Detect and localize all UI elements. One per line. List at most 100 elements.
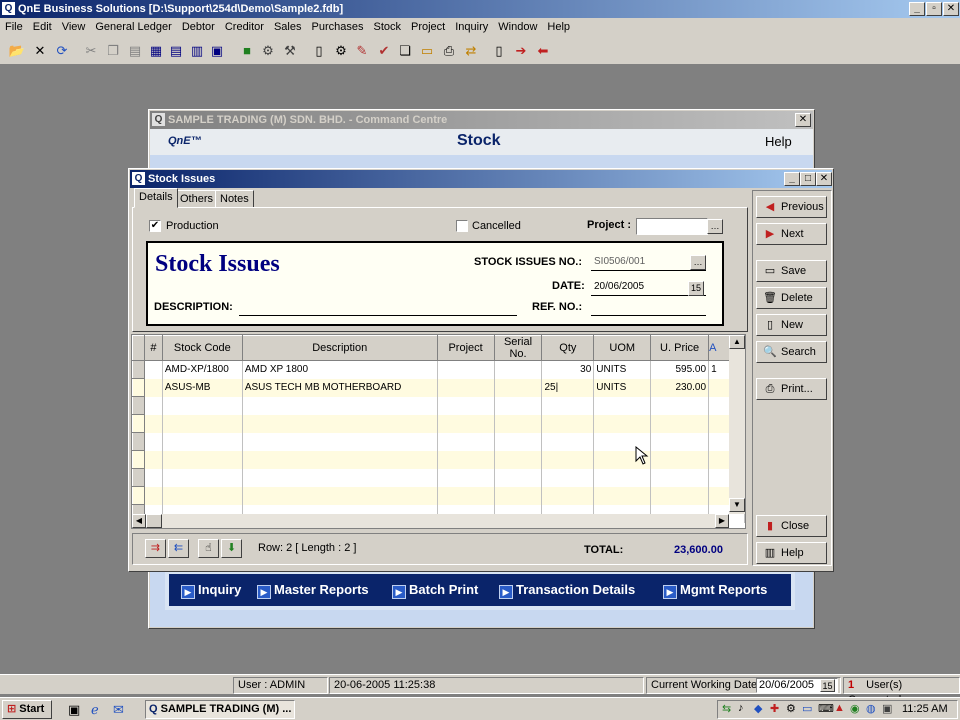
cascade-icon[interactable]: ▦: [147, 42, 165, 60]
show-desktop-icon[interactable]: ▣: [68, 702, 80, 718]
cell-project[interactable]: [437, 378, 495, 397]
tray-alert-icon[interactable]: ▲: [834, 702, 845, 714]
tray-network-icon[interactable]: ⇆: [722, 702, 731, 715]
menu-view[interactable]: View: [57, 18, 91, 37]
cell-qty[interactable]: 30: [541, 360, 595, 379]
empty-row[interactable]: [132, 468, 745, 487]
folder-doc-icon[interactable]: ▭: [418, 42, 436, 60]
next-button[interactable]: ▶ Next: [756, 223, 827, 245]
forward-icon[interactable]: ➔: [512, 42, 530, 60]
close-button[interactable]: ▮ Close: [756, 515, 827, 537]
start-button[interactable]: ⊞ Start: [2, 700, 52, 719]
nav-master-reports[interactable]: ▶ Master Reports: [257, 580, 369, 600]
horizontal-scroll-thumb[interactable]: [146, 514, 162, 528]
tools-icon[interactable]: ⚙: [259, 42, 277, 60]
menu-debtor[interactable]: Debtor: [177, 18, 220, 37]
help-button[interactable]: ▥ Help: [756, 542, 827, 564]
tray-clock[interactable]: 11:25 AM: [902, 703, 948, 715]
report-icon[interactable]: ▯: [490, 42, 508, 60]
copy-icon[interactable]: ❐: [104, 42, 122, 60]
nav-transaction-details[interactable]: ▶ Transaction Details: [499, 580, 635, 600]
new-button[interactable]: ▯ New: [756, 314, 827, 336]
cell-description[interactable]: ASUS TECH MB MOTHERBOARD: [242, 378, 438, 397]
cell-stock-code[interactable]: ASUS-MB: [162, 378, 243, 397]
tray-antivirus-icon[interactable]: ✚: [770, 702, 779, 715]
date-calendar-icon[interactable]: 15: [688, 281, 704, 296]
menu-purchases[interactable]: Purchases: [307, 18, 369, 37]
open-folder-icon[interactable]: 📂: [8, 42, 26, 60]
search-button[interactable]: 🔍 Search: [756, 341, 827, 363]
delete-button[interactable]: 🗑 Delete: [756, 287, 827, 309]
nav-batch-print[interactable]: ▶ Batch Print: [392, 580, 478, 600]
cell-unit-price[interactable]: 230.00: [650, 378, 710, 397]
nav-mgmt-reports[interactable]: ▶ Mgmt Reports: [663, 580, 767, 600]
cell-unit-price[interactable]: 595.00: [650, 360, 710, 379]
delete-row-icon[interactable]: ⇇: [168, 539, 189, 558]
paste-icon[interactable]: ▤: [126, 42, 144, 60]
description-field[interactable]: [239, 299, 517, 316]
cell-serial[interactable]: [494, 360, 543, 379]
ref-no-field[interactable]: [591, 299, 706, 316]
menu-creditor[interactable]: Creditor: [220, 18, 269, 37]
menu-inquiry[interactable]: Inquiry: [450, 18, 493, 37]
ledger-icon[interactable]: ■: [238, 42, 256, 60]
previous-button[interactable]: ◀ Previous: [756, 196, 827, 218]
cell-stock-code[interactable]: AMD-XP/1800: [162, 360, 243, 379]
working-date-calendar-icon[interactable]: 15: [820, 679, 835, 692]
empty-row[interactable]: [132, 396, 745, 415]
project-input[interactable]: [636, 218, 708, 235]
edit-doc-icon[interactable]: ✎: [353, 42, 371, 60]
cut-icon[interactable]: ✂: [82, 42, 100, 60]
issues-no-lookup-button[interactable]: …: [690, 255, 706, 270]
minimize-button[interactable]: _: [909, 2, 925, 16]
close-x-icon[interactable]: ✕: [31, 42, 49, 60]
outlook-icon[interactable]: ✉: [113, 702, 124, 718]
col-header-qty[interactable]: Qty: [541, 335, 595, 361]
empty-row[interactable]: [132, 414, 745, 433]
tray-globe-icon[interactable]: ◍: [866, 702, 876, 715]
scroll-down-icon[interactable]: ▼: [729, 498, 745, 512]
nav-inquiry[interactable]: ▶ Inquiry: [181, 580, 241, 600]
browser-icon[interactable]: ℯ: [91, 702, 99, 718]
cell-serial[interactable]: [494, 378, 543, 397]
col-header-number[interactable]: #: [143, 335, 163, 361]
cell-uom[interactable]: UNITS: [593, 378, 652, 397]
empty-row[interactable]: [132, 450, 745, 469]
table-row[interactable]: AMD-XP/1800 AMD XP 1800 30 UNITS 595.00 …: [132, 360, 745, 379]
print-button[interactable]: ⎙ Print...: [756, 378, 827, 400]
tray-volume-icon[interactable]: ♪: [738, 702, 744, 714]
tray-app-icon[interactable]: ◆: [754, 702, 762, 715]
tray-tools-icon[interactable]: ⚙: [786, 702, 796, 715]
stock-issues-close-button[interactable]: ✕: [816, 172, 832, 186]
menu-edit[interactable]: Edit: [28, 18, 57, 37]
project-lookup-button[interactable]: …: [707, 219, 723, 234]
horizontal-scrollbar[interactable]: ◀ ▶: [132, 514, 729, 528]
col-header-unit-price[interactable]: U. Price: [650, 335, 710, 361]
tray-monitor-icon[interactable]: ▣: [882, 702, 892, 715]
arrange-icon[interactable]: ▣: [208, 42, 226, 60]
copy-doc-icon[interactable]: ❏: [396, 42, 414, 60]
move-down-icon[interactable]: ⬇: [221, 539, 242, 558]
command-centre-close-button[interactable]: ✕: [795, 113, 811, 127]
restore-button[interactable]: ▫: [926, 2, 942, 16]
command-centre-help-link[interactable]: Help: [765, 134, 792, 149]
menu-file[interactable]: File: [0, 18, 28, 37]
scroll-right-icon[interactable]: ▶: [715, 514, 729, 528]
empty-row[interactable]: [132, 432, 745, 451]
menu-stock[interactable]: Stock: [368, 18, 406, 37]
tile-vertical-icon[interactable]: ▥: [188, 42, 206, 60]
tray-keyboard-icon[interactable]: ⌨: [818, 702, 834, 715]
insert-row-icon[interactable]: ⇉: [145, 539, 166, 558]
stock-issues-minimize-button[interactable]: _: [784, 172, 800, 186]
empty-row[interactable]: [132, 486, 745, 505]
tab-others[interactable]: Others: [175, 190, 219, 208]
cell-description[interactable]: AMD XP 1800: [242, 360, 438, 379]
menu-project[interactable]: Project: [406, 18, 450, 37]
col-header-stock-code[interactable]: Stock Code: [161, 335, 243, 361]
col-header-description[interactable]: Description: [241, 335, 438, 361]
row-selector[interactable]: [132, 360, 145, 379]
wrench-icon[interactable]: ⚒: [281, 42, 299, 60]
settings-doc-icon[interactable]: ⚙: [332, 42, 350, 60]
vertical-scrollbar[interactable]: ▲ ▼: [729, 335, 745, 514]
cancelled-checkbox[interactable]: [456, 220, 468, 232]
